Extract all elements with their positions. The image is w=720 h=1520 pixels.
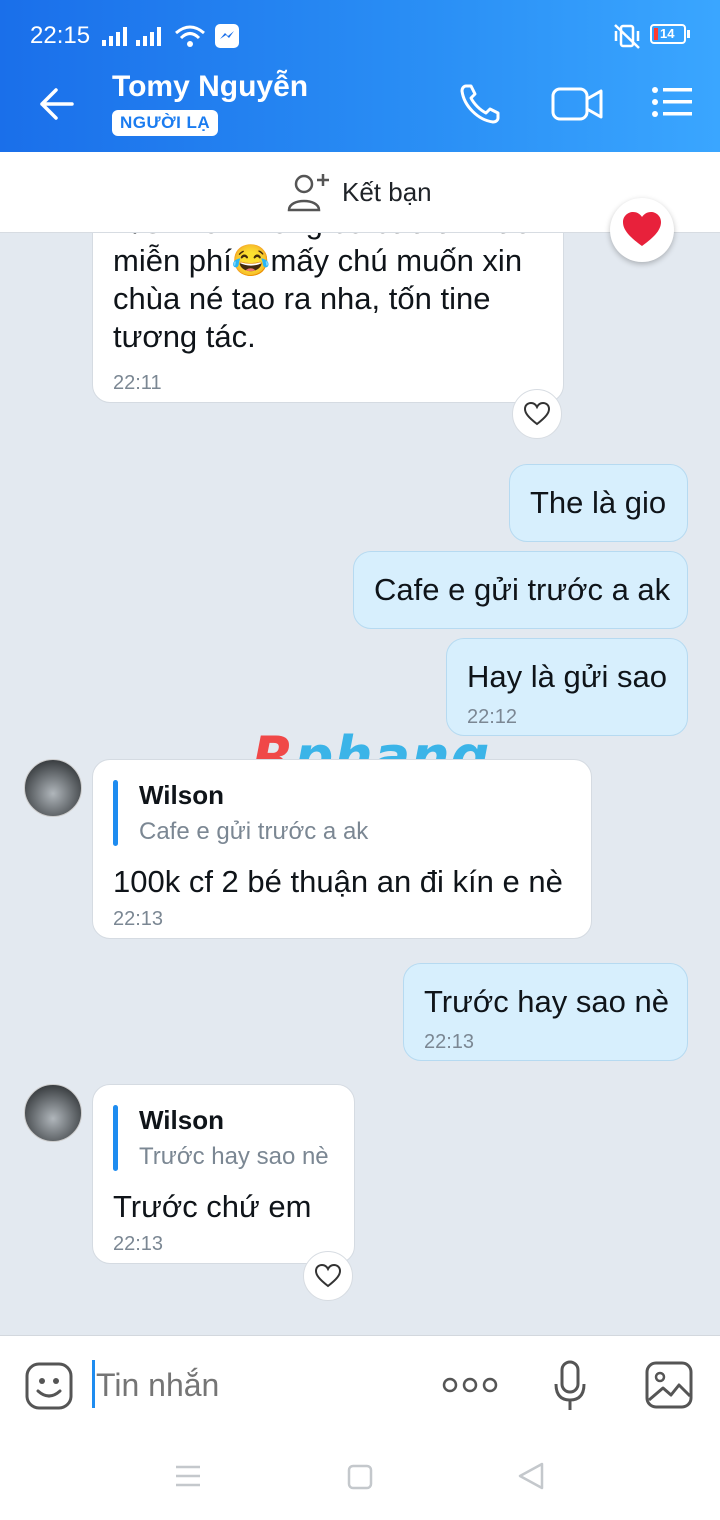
heart-outline-icon bbox=[524, 402, 550, 426]
message-input[interactable] bbox=[96, 1360, 416, 1410]
image-button[interactable] bbox=[644, 1360, 694, 1410]
react-button[interactable] bbox=[303, 1251, 353, 1301]
stranger-badge: NGƯỜI LẠ bbox=[112, 110, 219, 136]
quote-bar bbox=[113, 780, 118, 846]
message-bubble-incoming[interactable]: Wilson Cafe e gửi trước a ak 100k cf 2 b… bbox=[92, 759, 592, 939]
message-text: Cafe e gửi trước a ak bbox=[374, 572, 671, 607]
message-composer bbox=[0, 1335, 720, 1436]
text-cursor bbox=[92, 1360, 95, 1408]
add-friend-icon bbox=[287, 174, 329, 212]
quote-sender: Wilson bbox=[139, 1105, 224, 1135]
battery-tip bbox=[687, 30, 690, 38]
voice-button[interactable] bbox=[552, 1360, 588, 1412]
wifi-icon bbox=[175, 25, 205, 47]
back-nav-icon[interactable] bbox=[516, 1461, 546, 1491]
message-text: The là gio bbox=[530, 485, 667, 520]
recent-apps-icon[interactable] bbox=[174, 1463, 202, 1489]
contact-name[interactable]: Tomy Nguyễn bbox=[112, 70, 308, 104]
call-button[interactable] bbox=[456, 80, 504, 128]
image-icon bbox=[645, 1361, 693, 1409]
emoji-button[interactable] bbox=[24, 1361, 74, 1411]
signal-icon bbox=[102, 27, 161, 46]
menu-button[interactable] bbox=[650, 84, 694, 124]
message-bubble-outgoing[interactable]: Trước hay sao nè 22:13 bbox=[403, 963, 688, 1061]
vibrate-mute-icon bbox=[614, 24, 640, 49]
message-line: P/S: Đời không có bữa ăn nào bbox=[113, 233, 532, 242]
chat-area[interactable]: P/S: Đời không có bữa ăn nào miễn phí😂mấ… bbox=[0, 233, 720, 1335]
message-text: Trước hay sao nè bbox=[424, 984, 669, 1019]
quote-sender: Wilson bbox=[139, 780, 224, 810]
message-time: 22:13 bbox=[113, 908, 164, 930]
quote-bar bbox=[113, 1105, 118, 1171]
message-bubble-incoming[interactable]: Wilson Trước hay sao nè Trước chứ em 22:… bbox=[92, 1084, 355, 1264]
message-text: Trước chứ em bbox=[113, 1189, 312, 1224]
message-time: 22:13 bbox=[424, 1031, 475, 1053]
phone-icon bbox=[460, 84, 500, 124]
message-bubble-outgoing[interactable]: The là gio bbox=[509, 464, 688, 542]
video-call-button[interactable] bbox=[550, 82, 604, 126]
microphone-icon bbox=[554, 1360, 586, 1410]
heart-outline-icon bbox=[315, 1264, 341, 1288]
top-bar: 22:15 14 Tomy Nguyễn NGƯỜI LẠ bbox=[0, 0, 720, 152]
message-bubble-incoming[interactable]: P/S: Đời không có bữa ăn nào miễn phí😂mấ… bbox=[92, 233, 564, 403]
back-button[interactable] bbox=[28, 80, 84, 128]
quote-text: Trước hay sao nè bbox=[139, 1143, 329, 1170]
menu-list-icon bbox=[652, 87, 692, 117]
message-line: tương tác. bbox=[113, 319, 256, 354]
message-bubble-outgoing[interactable]: Hay là gửi sao 22:12 bbox=[446, 638, 688, 736]
avatar[interactable] bbox=[24, 759, 82, 817]
message-time: 22:13 bbox=[113, 1233, 164, 1255]
video-call-icon bbox=[551, 87, 603, 121]
message-line: miễn phí😂mấy chú muốn xin bbox=[113, 243, 523, 278]
add-friend-label: Kết bạn bbox=[342, 176, 432, 207]
messenger-icon bbox=[215, 24, 239, 48]
react-button[interactable] bbox=[512, 389, 562, 439]
add-friend-button[interactable]: Kết bạn bbox=[286, 170, 432, 214]
message-line: chùa né tao ra nha, tốn tine bbox=[113, 281, 491, 316]
more-icon bbox=[442, 1377, 498, 1393]
avatar[interactable] bbox=[24, 1084, 82, 1142]
back-arrow-icon bbox=[40, 88, 74, 120]
home-icon[interactable] bbox=[346, 1463, 374, 1491]
message-bubble-outgoing[interactable]: Cafe e gửi trước a ak bbox=[353, 551, 688, 629]
message-text: Hay là gửi sao bbox=[467, 659, 667, 694]
emoji-icon bbox=[25, 1362, 73, 1410]
message-time: 22:11 bbox=[113, 372, 162, 394]
system-nav-bar bbox=[0, 1435, 720, 1520]
message-text: 100k cf 2 bé thuận an đi kín e nè bbox=[113, 864, 563, 899]
battery-icon: 14 bbox=[650, 24, 686, 44]
more-button[interactable] bbox=[442, 1370, 498, 1400]
status-time: 22:15 bbox=[30, 22, 91, 49]
battery-level: 14 bbox=[660, 26, 675, 41]
quote-text: Cafe e gửi trước a ak bbox=[139, 818, 369, 845]
